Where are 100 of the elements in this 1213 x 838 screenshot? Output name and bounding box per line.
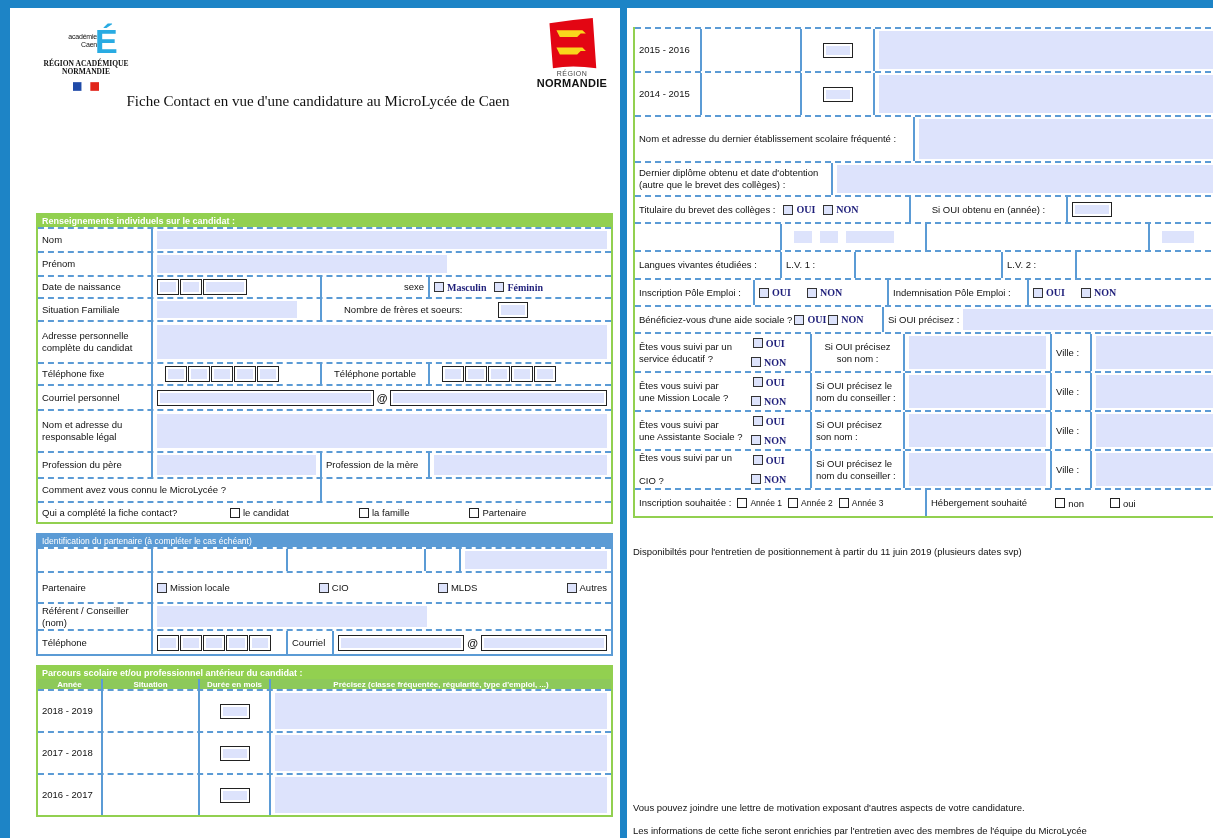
input-field[interactable] (1072, 202, 1112, 217)
digit-box[interactable] (180, 634, 202, 651)
checkbox[interactable] (751, 357, 761, 367)
input-field[interactable] (1096, 336, 1213, 369)
input-field[interactable] (275, 693, 607, 729)
checkbox-label: OUI (765, 415, 785, 427)
checkbox[interactable] (794, 314, 805, 325)
input-field[interactable] (275, 735, 607, 771)
digit-box[interactable] (203, 634, 225, 651)
field-label: Partenaire (42, 581, 86, 594)
input-field[interactable] (822, 42, 853, 58)
input-field[interactable] (434, 455, 607, 475)
digit-box[interactable] (534, 366, 556, 382)
input-field[interactable] (909, 453, 1046, 486)
checkbox[interactable] (828, 314, 839, 325)
input-field[interactable] (157, 325, 607, 359)
at-sign: @ (376, 391, 388, 404)
checkbox[interactable] (494, 282, 505, 292)
field-label: Adresse personnelle complète du candidat (42, 330, 133, 354)
checkbox[interactable] (737, 498, 748, 508)
input-field[interactable] (1096, 453, 1213, 486)
checkbox[interactable] (806, 287, 817, 298)
input-field[interactable] (879, 75, 1213, 113)
digit-box[interactable] (511, 366, 533, 382)
input-field[interactable] (219, 787, 250, 803)
digit-box[interactable] (157, 634, 179, 651)
checkbox[interactable] (358, 507, 369, 518)
checkbox[interactable] (566, 582, 577, 593)
input-field[interactable] (157, 606, 427, 627)
input-field[interactable] (879, 31, 1213, 69)
checkbox-label: Autres (579, 582, 607, 593)
input-field[interactable] (909, 414, 1046, 447)
checkbox[interactable] (788, 498, 799, 508)
checkbox[interactable] (469, 507, 480, 518)
checkbox[interactable] (752, 377, 763, 387)
checkbox[interactable] (751, 474, 761, 484)
input-field[interactable] (846, 231, 894, 243)
input-field[interactable] (498, 301, 529, 318)
checkbox-label: NON (836, 204, 859, 215)
digit-box[interactable] (180, 279, 202, 295)
digit-box[interactable] (442, 366, 464, 382)
checkbox[interactable] (157, 582, 167, 593)
digit-box[interactable] (226, 634, 248, 651)
field-label: Situation Familiale (42, 303, 120, 316)
input-field[interactable] (820, 231, 838, 243)
digit-box[interactable] (203, 279, 247, 295)
checkbox[interactable] (434, 282, 444, 292)
digit-box[interactable] (165, 366, 187, 382)
input-field[interactable] (275, 777, 607, 813)
checkbox[interactable] (838, 498, 849, 508)
input-field[interactable] (909, 336, 1046, 369)
checkbox[interactable] (230, 507, 240, 518)
checkbox[interactable] (783, 204, 794, 215)
input-field[interactable] (465, 551, 607, 569)
checkbox[interactable] (437, 582, 448, 593)
digit-box[interactable] (488, 366, 510, 382)
digit-box[interactable] (234, 366, 256, 382)
checkbox-label: OUI (772, 287, 791, 298)
checkbox-label: Féminin (507, 281, 543, 293)
checkbox[interactable] (318, 582, 329, 593)
input-field[interactable] (157, 255, 447, 273)
input-field[interactable] (157, 301, 297, 318)
input-field[interactable] (219, 745, 250, 761)
checkbox[interactable] (1055, 498, 1066, 508)
input-field[interactable] (1096, 375, 1213, 408)
input-field[interactable] (963, 309, 1213, 330)
input-field[interactable] (480, 634, 607, 651)
input-field[interactable] (909, 375, 1046, 408)
input-field[interactable] (157, 231, 607, 249)
checkbox[interactable] (751, 435, 761, 445)
digit-box[interactable] (249, 634, 271, 651)
checkbox[interactable] (1110, 498, 1120, 508)
checkbox[interactable] (759, 287, 769, 298)
checkbox[interactable] (752, 338, 763, 348)
input-field[interactable] (157, 414, 607, 448)
checkbox[interactable] (1033, 287, 1043, 298)
input-field[interactable] (1096, 414, 1213, 447)
input-field[interactable] (157, 455, 316, 475)
input-field[interactable] (219, 703, 250, 719)
input-field[interactable] (919, 119, 1213, 159)
input-field[interactable] (390, 389, 607, 406)
checkbox[interactable] (752, 416, 763, 426)
input-field[interactable] (157, 389, 374, 406)
digit-box[interactable] (157, 279, 179, 295)
input-field[interactable] (837, 165, 1213, 193)
digit-box[interactable] (465, 366, 487, 382)
section-header: Identification du partenaire (à compléter le cas échéant) (38, 535, 611, 547)
input-field[interactable] (794, 231, 812, 243)
checkbox[interactable] (752, 455, 763, 465)
checkbox[interactable] (751, 396, 761, 406)
checkbox[interactable] (823, 204, 834, 215)
input-field[interactable] (822, 86, 853, 102)
checkbox-label: NON (1093, 287, 1117, 298)
field-label: Ville : (1056, 385, 1080, 398)
input-field[interactable] (338, 634, 465, 651)
input-field[interactable] (1162, 231, 1194, 243)
digit-box[interactable] (188, 366, 210, 382)
digit-box[interactable] (257, 366, 279, 382)
checkbox[interactable] (1080, 287, 1091, 298)
digit-box[interactable] (211, 366, 233, 382)
